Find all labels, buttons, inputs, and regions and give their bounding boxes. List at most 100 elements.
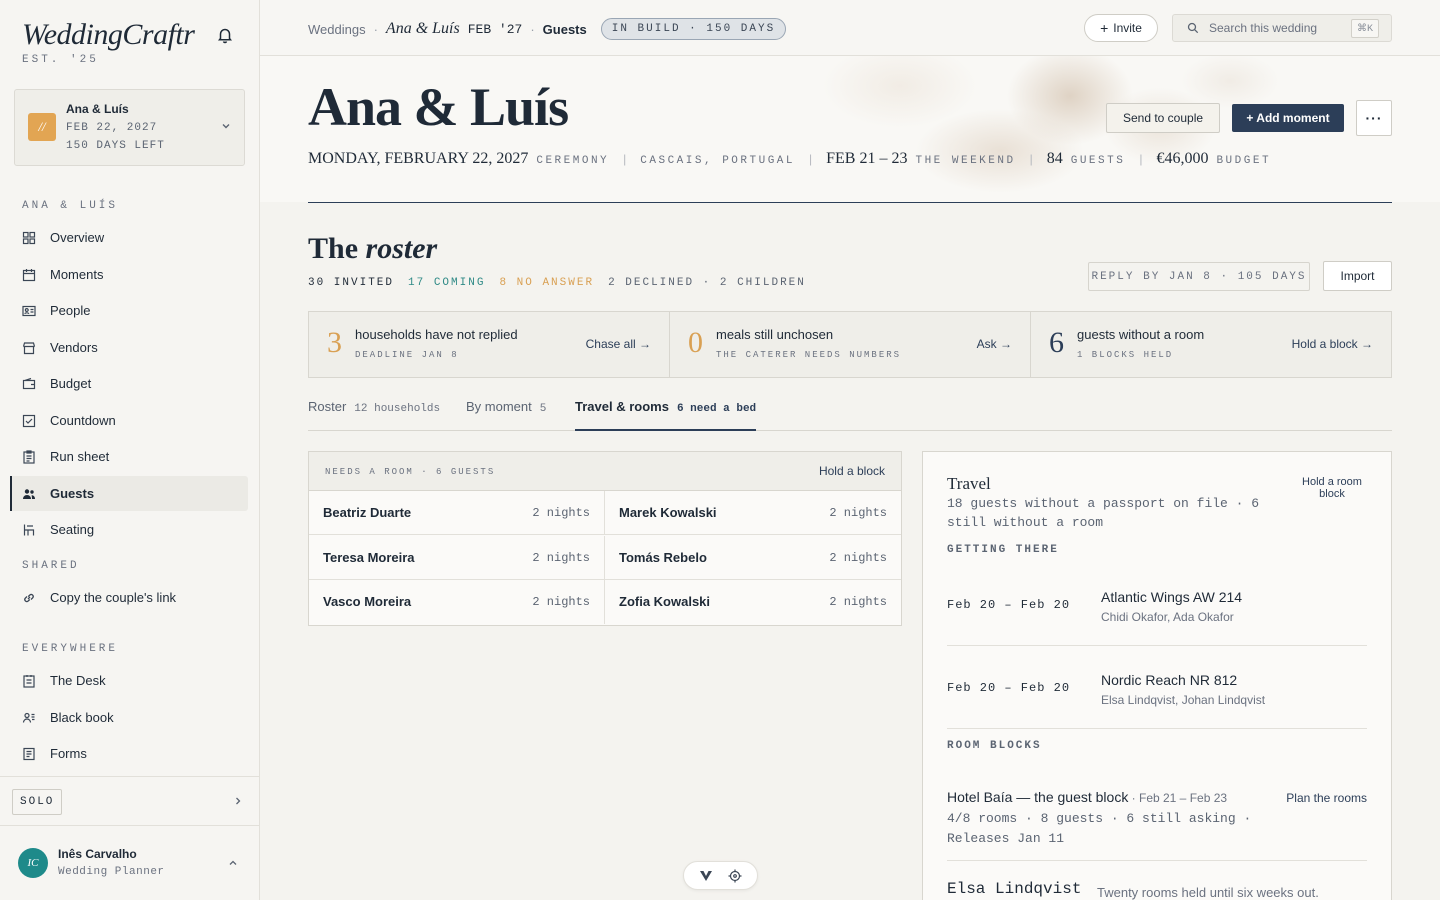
tab-by-moment[interactable]: By moment 5	[466, 395, 546, 430]
alert-subtitle: DEADLINE JAN 8	[355, 350, 459, 360]
block-title: Hotel Baía — the guest block	[947, 789, 1129, 805]
sidebar-item-run-sheet[interactable]: Run sheet	[10, 439, 248, 474]
guest-row[interactable]: Beatriz Duarte 2 nights	[309, 491, 605, 535]
wedding-date: FEB 22, 2027	[66, 122, 158, 134]
flight-dates: Feb 20 – Feb 20	[947, 681, 1071, 695]
avatar[interactable]: IC	[18, 848, 48, 878]
budget-amount: €46,000	[1156, 150, 1209, 167]
user-role: Wedding Planner	[58, 866, 165, 878]
tab-roster[interactable]: Roster 12 households	[308, 395, 440, 430]
sidebar-item-black-book[interactable]: Black book	[10, 700, 248, 735]
breadcrumb: Weddings · Ana & Luís FEB '27 · Guests I…	[308, 18, 787, 40]
alert-unreplied: 3 households have not replied DEADLINE J…	[309, 312, 670, 377]
link-icon	[24, 593, 34, 602]
tab-count: 6 need a bed	[676, 403, 757, 415]
block-name: Hotel Baía — the guest block · Feb 21 – …	[947, 789, 1227, 805]
chase-all-link[interactable]: Chase all →	[586, 337, 651, 351]
logo-mark-icon[interactable]	[699, 869, 713, 883]
crumb-couple[interactable]: Ana & Luís	[386, 20, 460, 38]
id-card-icon	[22, 305, 36, 316]
hero-divider	[308, 202, 1392, 203]
getting-there-heading: GETTING THERE	[947, 544, 1059, 556]
search-input[interactable]: Search this wedding ⌘K	[1172, 14, 1392, 42]
guest-nights: 2 nights	[532, 551, 590, 565]
flight-row[interactable]: Feb 20 – Feb 20 Nordic Reach NR 812 Elsa…	[947, 663, 1367, 729]
floating-toolbar	[683, 861, 758, 890]
weekend-label: THE WEEKEND	[915, 155, 1016, 167]
bell-icon[interactable]	[216, 26, 234, 44]
more-options-button[interactable]: ···	[1356, 100, 1392, 136]
guest-count: 84	[1046, 150, 1063, 167]
top-bar: Weddings · Ana & Luís FEB '27 · Guests I…	[260, 0, 1440, 56]
sidebar-item-label: Black book	[50, 710, 114, 725]
alert-subtitle: 1 BLOCKS HELD	[1077, 350, 1174, 360]
flight-passengers: Chidi Okafor, Ada Okafor	[1101, 610, 1234, 624]
guest-nights: 2 nights	[829, 551, 887, 565]
sidebar-item-countdown[interactable]: Countdown	[10, 403, 248, 438]
tab-travel-rooms[interactable]: Travel & rooms 6 need a bed	[575, 395, 757, 431]
sidebar-item-copy-link[interactable]: Copy the couple's link	[10, 580, 248, 615]
sidebar-item-seating[interactable]: Seating	[10, 512, 248, 547]
store-icon	[22, 341, 36, 354]
sidebar: WeddingCraftr EST. '25 // Ana & Luís FEB…	[0, 0, 260, 900]
ask-link[interactable]: Ask →	[977, 337, 1012, 351]
guest-name: Vasco Moreira	[323, 594, 412, 609]
desk-icon	[23, 674, 35, 688]
flight-name: Atlantic Wings AW 214	[1101, 589, 1243, 605]
needs-room-label: NEEDS A ROOM · 6 GUESTS	[325, 467, 496, 477]
needs-room-table: NEEDS A ROOM · 6 GUESTS Hold a block Bea…	[308, 451, 902, 626]
flight-dates: Feb 20 – Feb 20	[947, 598, 1071, 612]
budget-label: BUDGET	[1216, 155, 1272, 167]
tab-label: Travel & rooms	[575, 399, 669, 414]
guest-row[interactable]: Zofia Kowalski 2 nights	[605, 580, 901, 624]
sidebar-item-label: People	[50, 303, 91, 318]
stat-invited: 30 INVITED	[308, 277, 395, 289]
flight-row[interactable]: Feb 20 – Feb 20 Atlantic Wings AW 214 Ch…	[947, 580, 1367, 646]
section-title: The roster	[308, 232, 437, 266]
title-italic: roster	[365, 232, 438, 265]
user-name: Inês Carvalho	[58, 847, 137, 861]
hold-block-button[interactable]: Hold a block	[819, 464, 885, 478]
add-moment-button[interactable]: + Add moment	[1232, 104, 1344, 132]
sidebar-item-vendors[interactable]: Vendors	[10, 330, 248, 365]
import-button[interactable]: Import	[1323, 261, 1392, 291]
sidebar-item-forms[interactable]: Forms	[10, 736, 248, 771]
guest-name: Zofia Kowalski	[619, 594, 711, 609]
sidebar-item-guests[interactable]: Guests	[10, 476, 248, 511]
chevron-up-icon[interactable]	[228, 858, 238, 868]
sidebar-item-label: Seating	[50, 522, 95, 537]
wedding-days-left: 150 DAYS LEFT	[66, 140, 165, 152]
plan-rooms-link[interactable]: Plan the rooms	[1286, 791, 1367, 805]
target-icon[interactable]	[728, 869, 742, 883]
crumb-weddings[interactable]: Weddings	[308, 22, 366, 37]
nav-section-everywhere: EVERYWHERE	[22, 643, 119, 655]
sidebar-item-moments[interactable]: Moments	[10, 257, 248, 292]
guest-row[interactable]: Teresa Moreira 2 nights	[309, 536, 605, 580]
room-block-row[interactable]: Hotel Baía — the guest block · Feb 21 – …	[947, 789, 1367, 861]
chevron-right-icon	[236, 797, 241, 805]
brand[interactable]: WeddingCraftr EST. '25	[22, 18, 195, 66]
alert-title: guests without a room	[1077, 327, 1205, 342]
send-to-couple-button[interactable]: Send to couple	[1106, 103, 1220, 133]
wedding-summary: MONDAY, FEBRUARY 22, 2027 CEREMONY | CAS…	[308, 150, 1271, 168]
block-dates: · Feb 21 – Feb 23	[1128, 791, 1228, 805]
guest-row[interactable]: Vasco Moreira 2 nights	[309, 580, 605, 624]
sidebar-item-label: Guests	[50, 486, 95, 501]
hold-block-link[interactable]: Hold a block →	[1292, 337, 1373, 351]
calendar-icon	[22, 268, 36, 281]
guest-row[interactable]: Marek Kowalski 2 nights	[605, 491, 901, 535]
note-text: Twenty rooms held until six weeks out.	[1097, 885, 1319, 900]
hold-room-block-button[interactable]: Hold a room block	[1293, 476, 1371, 500]
guest-nights: 2 nights	[829, 506, 887, 520]
plan-row[interactable]: SOLO	[0, 776, 259, 826]
guest-name: Beatriz Duarte	[323, 505, 412, 520]
guest-row[interactable]: Tomás Rebelo 2 nights	[605, 536, 901, 580]
sidebar-item-overview[interactable]: Overview	[10, 220, 248, 255]
brand-established: EST. '25	[22, 54, 99, 66]
invite-button[interactable]: + Invite	[1084, 14, 1158, 42]
crumb-separator: ·	[530, 21, 535, 37]
sidebar-item-the-desk[interactable]: The Desk	[10, 663, 248, 698]
wedding-switcher[interactable]: // Ana & Luís FEB 22, 2027 150 DAYS LEFT	[14, 89, 245, 166]
sidebar-item-budget[interactable]: Budget	[10, 366, 248, 401]
sidebar-item-people[interactable]: People	[10, 293, 248, 328]
